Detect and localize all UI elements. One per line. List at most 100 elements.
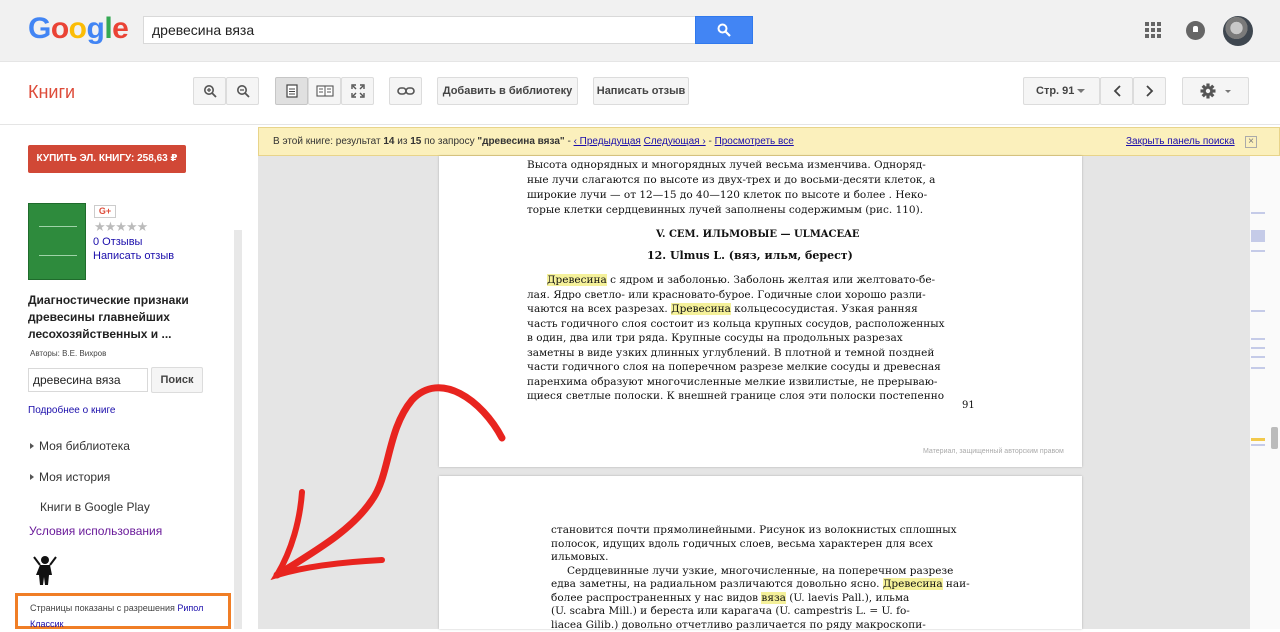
previous-page-button[interactable] (1100, 77, 1133, 105)
about-book-link[interactable]: Подробнее о книге (28, 405, 115, 416)
previous-result-link[interactable]: ‹ Предыдущая (574, 136, 641, 147)
separator: - (567, 136, 570, 147)
text-line: чаются на всех разрезах. Древесина кольц… (527, 302, 945, 317)
text-line: части годичного слоя на поперечном разре… (527, 360, 945, 375)
result-marker[interactable] (1251, 338, 1265, 340)
section-title[interactable]: Книги (28, 82, 75, 103)
zoom-out-button[interactable] (226, 77, 259, 105)
zoom-in-button[interactable] (193, 77, 226, 105)
text-line: Высота однорядных и многорядных лучей ве… (527, 158, 935, 173)
fullscreen-button[interactable] (341, 77, 374, 105)
sidebar-item-my-history[interactable]: Моя история (30, 470, 110, 484)
text-line: лая. Ядро светло- или красновато-бурое. … (527, 288, 945, 303)
genus-heading: 12. Ulmus L. (вяз, ильм, берест) (647, 249, 853, 262)
highlighted-term: Древесина (547, 274, 607, 286)
text-line: (U. scabra Mill.) и береста или карагача… (551, 605, 970, 619)
page-selector[interactable]: Стр. 91 (1023, 77, 1100, 105)
text-line: торые клетки сердцевинных лучей заполнен… (527, 203, 935, 218)
link-icon (397, 86, 415, 96)
result-marker[interactable] (1251, 367, 1265, 369)
text-fragment: чаются на всех разрезах. (527, 303, 671, 315)
add-to-library-button[interactable]: Добавить в библиотеку (437, 77, 578, 105)
sidebar-item-google-play[interactable]: Книги в Google Play (40, 500, 150, 514)
text-line: паренхима образуют многочисленные мелкие… (527, 375, 945, 390)
text-line: полосок, идущих вдоль годичных слоев, ве… (551, 538, 970, 552)
page-text-top: Высота однорядных и многорядных лучей ве… (527, 158, 935, 218)
text-line: Сердцевинные лучи узкие, многочисленные,… (567, 565, 970, 579)
book-page-92: становится почти прямолинейными. Рисунок… (439, 476, 1082, 629)
book-search-button[interactable]: Поиск (151, 367, 203, 393)
page-paragraph: Древесина с ядром и заболонью. Заболонь … (547, 273, 945, 404)
search-button[interactable] (695, 16, 753, 44)
rating-stars: ★★★★★ (94, 219, 147, 235)
text-line: щиеся светлые полоски. К внешней границе… (527, 389, 945, 404)
text-line: едва заметны, на радиальном различаются … (551, 578, 970, 592)
result-marker[interactable] (1251, 310, 1265, 312)
text-fragment: кольцесосудистая. Узкая ранняя (731, 303, 918, 315)
result-marker[interactable] (1251, 212, 1265, 214)
write-review-link[interactable]: Написать отзыв (93, 250, 174, 262)
next-page-button[interactable] (1133, 77, 1166, 105)
caret-right-icon (30, 474, 34, 480)
search-icon (717, 23, 731, 37)
reader-scrollbar[interactable] (1250, 156, 1280, 629)
book-search-input[interactable]: древесина вяза (28, 368, 148, 392)
gear-icon (1200, 83, 1232, 99)
close-icon[interactable]: × (1245, 136, 1257, 148)
family-heading: V. СЕМ. ИЛЬМОВЫЕ — ULMACEAE (656, 229, 860, 240)
two-page-view-button[interactable] (308, 77, 341, 105)
highlighted-term: вяза (761, 592, 786, 604)
text-fragment: едва заметны, на радиальном различаются … (551, 578, 883, 590)
view-all-link[interactable]: Просмотреть все (715, 136, 794, 147)
text-fragment: (U. laevis Pall.), ильма (786, 592, 909, 604)
chevron-left-icon (1113, 85, 1121, 97)
permission-notice: Страницы показаны с разрешения Рипол Кла… (15, 593, 231, 629)
text-line: широкие лучи — от 12—15 до 40—120 клеток… (527, 188, 935, 203)
single-page-view-button[interactable] (275, 77, 308, 105)
results-current: 14 (383, 136, 394, 147)
link-button[interactable] (389, 77, 422, 105)
scrollbar-thumb[interactable] (1271, 427, 1278, 449)
zoom-out-icon (236, 84, 250, 98)
text-line: ильмовых. (551, 551, 970, 565)
notifications-icon[interactable] (1186, 21, 1205, 40)
results-query-prefix: по запросу (424, 136, 474, 147)
google-plus-button[interactable]: G+ (94, 205, 116, 218)
result-marker[interactable] (1251, 444, 1265, 446)
result-marker[interactable] (1251, 230, 1265, 242)
text-fragment: с ядром и заболонью. Заболонь желтая или… (607, 274, 935, 286)
write-review-button[interactable]: Написать отзыв (593, 77, 689, 105)
google-logo[interactable]: Google (28, 12, 128, 46)
next-result-link[interactable]: Следующая › (644, 136, 706, 147)
permission-text: Страницы показаны с разрешения (30, 603, 175, 613)
terms-of-use-link[interactable]: Условия использования (29, 524, 162, 538)
results-total: 15 (410, 136, 421, 147)
search-input[interactable]: древесина вяза (143, 16, 696, 44)
book-cover[interactable] (28, 203, 86, 280)
book-page-91: Высота однорядных и многорядных лучей ве… (439, 156, 1082, 467)
sidebar-scrollbar[interactable] (234, 230, 242, 629)
text-line: ные лучи слагаются по высоте из двух-тре… (527, 173, 935, 188)
avatar[interactable] (1223, 16, 1253, 46)
text-fragment: более распространенных у нас видов (551, 592, 761, 604)
reviews-count-link[interactable]: 0 Отзывы (93, 236, 142, 248)
result-marker[interactable] (1251, 250, 1265, 252)
chevron-down-icon (1077, 89, 1085, 93)
text-line: Древесина с ядром и заболонью. Заболонь … (547, 273, 945, 288)
current-result-marker[interactable] (1251, 438, 1265, 441)
result-marker[interactable] (1251, 347, 1265, 349)
page-number: 91 (962, 400, 975, 411)
apps-grid-icon[interactable] (1145, 22, 1161, 38)
settings-button[interactable] (1182, 77, 1249, 105)
sidebar-item-label: Книги в Google Play (40, 500, 150, 514)
text-line: liacea Gilib.) довольно отчетливо различ… (551, 619, 970, 632)
result-marker[interactable] (1251, 356, 1265, 358)
close-search-panel-link[interactable]: Закрыть панель поиска (1126, 127, 1235, 156)
copyright-notice: Материал, защищенный авторским правом (923, 448, 1064, 455)
results-query: "древесина вяза" (477, 136, 564, 147)
buy-ebook-button[interactable]: КУПИТЬ ЭЛ. КНИГУ: 258,63 ₽ (28, 145, 186, 173)
sidebar-item-my-library[interactable]: Моя библиотека (30, 439, 130, 453)
text-line: становится почти прямолинейными. Рисунок… (551, 524, 970, 538)
fullscreen-icon (351, 84, 365, 98)
sidebar-item-label: Моя библиотека (39, 439, 130, 453)
